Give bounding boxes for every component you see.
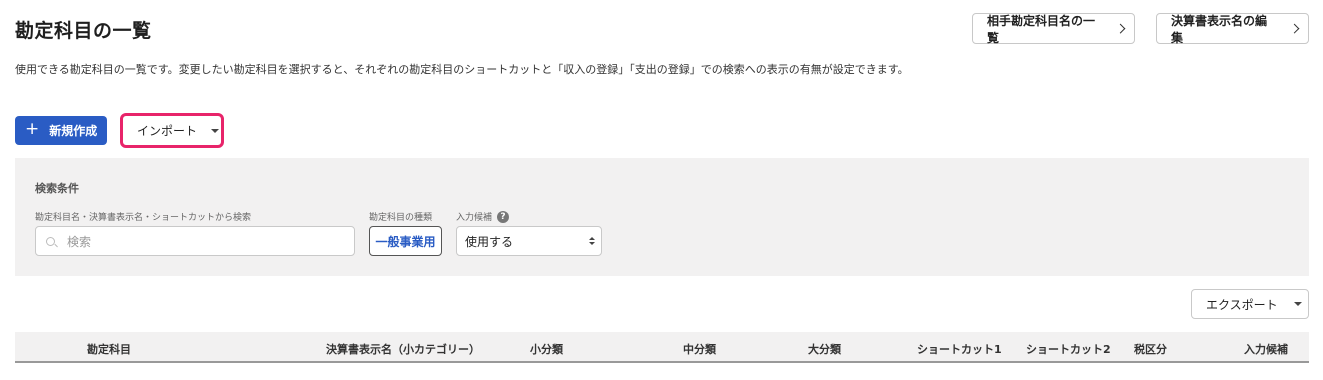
statement-name-edit-label: 決算書表示名の編集: [1171, 13, 1268, 45]
search-placeholder: 検索: [67, 234, 92, 249]
select-arrows-icon: [589, 237, 595, 245]
partner-account-list-label: 相手勘定科目名の一覧: [987, 13, 1096, 45]
chevron-right-icon: [1289, 23, 1300, 34]
column-input-candidate[interactable]: 入力候補: [1244, 341, 1288, 357]
page-title: 勘定科目の一覧: [15, 20, 152, 42]
column-large-category[interactable]: 大分類: [808, 341, 841, 357]
import-highlight: インポート: [120, 113, 224, 148]
search-input[interactable]: 検索: [35, 226, 355, 256]
caret-down-icon: [1293, 302, 1302, 306]
import-label: インポート: [137, 124, 198, 138]
keyword-search-label: 勘定科目名・決算書表示名・ショートカットから検索: [35, 213, 252, 223]
new-create-button[interactable]: + 新規作成: [15, 116, 107, 145]
column-account[interactable]: 勘定科目: [87, 341, 131, 357]
import-dropdown-button[interactable]: インポート: [125, 118, 219, 143]
column-shortcut-1[interactable]: ショートカット1: [917, 341, 1002, 357]
column-small-category[interactable]: 小分類: [530, 341, 563, 357]
column-shortcut-2[interactable]: ショートカット2: [1026, 341, 1111, 357]
partner-account-list-button[interactable]: 相手勘定科目名の一覧: [972, 13, 1135, 45]
plus-icon: +: [25, 119, 40, 139]
search-conditions-title: 検索条件: [35, 182, 79, 195]
account-type-label: 勘定科目の種類: [369, 213, 433, 223]
export-label: エクスポート: [1206, 297, 1278, 312]
help-icon[interactable]: ?: [497, 210, 510, 223]
search-conditions-panel: 検索条件 勘定科目名・決算書表示名・ショートカットから検索 勘定科目の種類 入力…: [15, 158, 1309, 276]
input-candidate-label-wrap: 入力候補 ?: [456, 210, 510, 223]
statement-name-edit-button[interactable]: 決算書表示名の編集: [1156, 13, 1309, 45]
table-header: 勘定科目 決算書表示名（小カテゴリー） 小分類 中分類 大分類 ショートカット1…: [15, 332, 1309, 363]
export-dropdown-button[interactable]: エクスポート: [1191, 289, 1309, 319]
input-candidate-value: 使用する: [465, 234, 514, 249]
input-candidate-label: 入力候補: [456, 213, 493, 223]
account-type-button[interactable]: 一般事業用: [369, 226, 442, 256]
column-tax-category[interactable]: 税区分: [1134, 341, 1167, 357]
input-candidate-select[interactable]: 使用する: [456, 226, 602, 256]
new-create-label: 新規作成: [49, 124, 98, 138]
column-middle-category[interactable]: 中分類: [683, 341, 716, 357]
search-icon: [46, 236, 55, 246]
chevron-right-icon: [1115, 23, 1126, 34]
caret-down-icon: [211, 128, 219, 133]
column-statement-name[interactable]: 決算書表示名（小カテゴリー）: [326, 341, 480, 357]
page-description: 使用できる勘定科目の一覧です。変更したい勘定科目を選択すると、それぞれの勘定科目…: [15, 63, 909, 76]
